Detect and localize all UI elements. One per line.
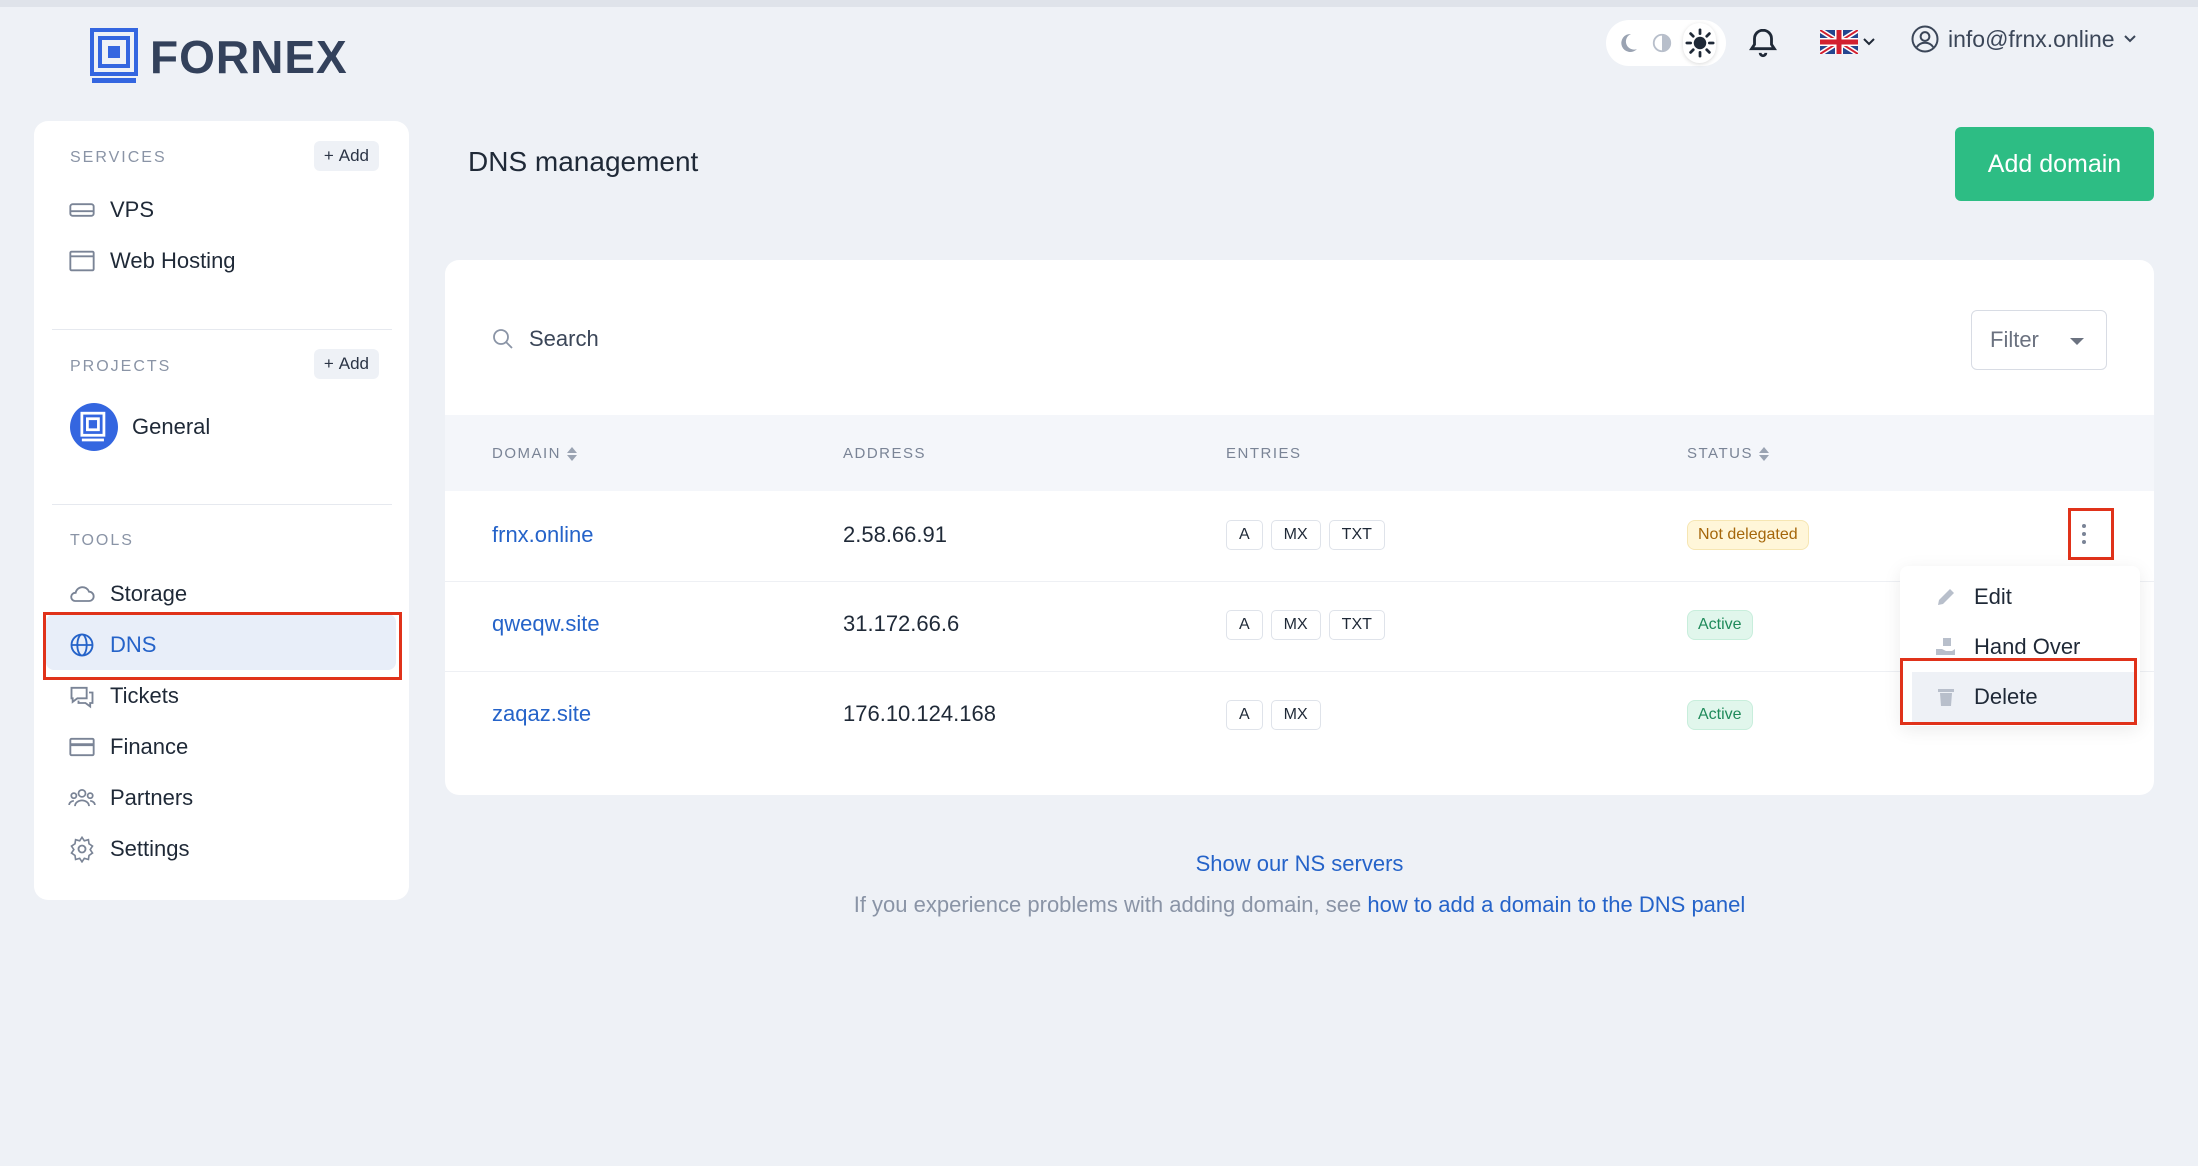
dns-card: Search Filter DOMAIN ADDRESS ENTRIES STA…	[445, 260, 2154, 795]
dns-highlight-box	[43, 612, 402, 680]
entries-cell: A MX	[1226, 700, 1321, 730]
status-badge: Active	[1687, 700, 1753, 730]
pencil-icon	[1938, 589, 1954, 605]
sun-icon[interactable]	[1683, 23, 1716, 63]
table-row: zaqaz.site 176.10.124.168 A MX Active	[445, 671, 2154, 761]
sidebar-item-vps[interactable]: VPS	[68, 196, 154, 224]
gear-icon	[70, 835, 94, 863]
ns-servers-row: Show our NS servers	[445, 851, 2154, 877]
entry-tag: MX	[1270, 610, 1321, 640]
card-icon	[69, 737, 95, 757]
entry-tag: A	[1226, 520, 1263, 550]
add-project-button[interactable]: + Add	[313, 349, 379, 379]
projects-heading: PROJECTS	[70, 358, 172, 375]
sidebar-item-storage[interactable]: Storage	[68, 580, 187, 608]
address-cell: 2.58.66.91	[843, 522, 947, 547]
table-header: DOMAIN ADDRESS ENTRIES STATUS	[445, 415, 2154, 491]
brand-logo[interactable]: FORNEX	[90, 28, 348, 86]
entry-tag: TXT	[1328, 520, 1385, 550]
show-ns-servers-link[interactable]: Show our NS servers	[1196, 851, 1404, 876]
sort-icon[interactable]	[1758, 446, 1769, 461]
server-icon	[69, 203, 95, 217]
language-switcher[interactable]	[1820, 30, 1876, 54]
contrast-icon[interactable]	[1650, 29, 1673, 57]
sidebar-divider	[52, 329, 392, 330]
user-menu[interactable]: info@frnx.online	[1910, 24, 2137, 54]
services-heading: SERVICES	[70, 149, 167, 166]
moon-icon[interactable]	[1616, 29, 1640, 57]
chevron-down-icon	[2123, 35, 2136, 43]
add-domain-button[interactable]: Add domain	[1955, 127, 2154, 201]
sidebar-item-tickets[interactable]: Tickets	[68, 682, 179, 710]
theme-switch[interactable]	[1606, 20, 1726, 66]
fornex-logo-icon	[90, 28, 138, 83]
entries-cell: A MX TXT	[1226, 610, 1385, 640]
entry-tag: A	[1226, 610, 1263, 640]
sidebar-item-partners[interactable]: Partners	[68, 784, 193, 812]
help-row: If you experience problems with adding d…	[445, 892, 2154, 918]
sidebar: SERVICES + Add VPS Web Hosting PROJECTS …	[34, 121, 409, 900]
status-badge: Active	[1687, 610, 1753, 640]
hand-over-icon	[1936, 638, 1955, 655]
people-icon	[68, 788, 96, 807]
status-badge: Not delegated	[1687, 520, 1809, 550]
kebab-highlight-box	[2068, 508, 2114, 560]
search-field[interactable]: Search	[491, 326, 599, 352]
plus-icon: +	[323, 354, 334, 373]
address-cell: 176.10.124.168	[843, 701, 996, 726]
chevron-down-icon	[1863, 38, 1875, 46]
entries-cell: A MX TXT	[1226, 520, 1385, 550]
page-title: DNS management	[468, 146, 699, 177]
project-logo-icon	[70, 403, 118, 451]
search-icon	[493, 329, 513, 349]
entry-tag: TXT	[1328, 610, 1385, 640]
entry-tag: MX	[1270, 520, 1321, 550]
menu-item-edit[interactable]: Edit	[1900, 572, 2140, 622]
domain-link[interactable]: zaqaz.site	[492, 701, 591, 727]
caret-down-icon	[2070, 338, 2084, 345]
top-strip	[0, 0, 2198, 7]
sidebar-item-web-hosting[interactable]: Web Hosting	[68, 247, 236, 275]
address-cell: 31.172.66.6	[843, 611, 960, 636]
browser-window-icon	[69, 250, 95, 272]
sort-icon[interactable]	[567, 446, 577, 461]
filter-dropdown[interactable]: Filter	[1971, 310, 2107, 370]
sidebar-item-finance[interactable]: Finance	[68, 733, 188, 761]
chat-icon	[70, 686, 94, 709]
delete-highlight-box	[1900, 658, 2137, 725]
column-status[interactable]: STATUS	[1687, 445, 1769, 462]
add-service-button[interactable]: + Add	[313, 141, 379, 171]
entry-tag: A	[1226, 700, 1263, 730]
cloud-icon	[70, 586, 95, 602]
column-domain[interactable]: DOMAIN	[492, 445, 577, 462]
user-email: info@frnx.online	[1948, 25, 2115, 52]
tools-heading: TOOLS	[70, 532, 134, 549]
table-row: frnx.online 2.58.66.91 A MX TXT Not dele…	[445, 491, 2154, 581]
plus-icon: +	[323, 146, 334, 165]
help-text: If you experience problems with adding d…	[853, 892, 1362, 917]
search-input[interactable]: Search	[529, 326, 599, 352]
uk-flag-icon	[1820, 30, 1858, 54]
column-address: ADDRESS	[843, 445, 927, 462]
user-icon	[1911, 25, 1939, 53]
brand-name: FORNEX	[150, 31, 348, 83]
project-item-general[interactable]: General	[70, 403, 210, 451]
sidebar-divider	[52, 504, 392, 505]
sidebar-item-settings[interactable]: Settings	[68, 835, 190, 863]
table-row: qweqw.site 31.172.66.6 A MX TXT Active	[445, 581, 2154, 671]
column-entries: ENTRIES	[1226, 445, 1302, 462]
domain-link[interactable]: qweqw.site	[492, 611, 600, 637]
bell-icon[interactable]	[1746, 26, 1780, 60]
help-link[interactable]: how to add a domain to the DNS panel	[1367, 892, 1745, 917]
entry-tag: MX	[1270, 700, 1321, 730]
domain-link[interactable]: frnx.online	[492, 522, 594, 548]
